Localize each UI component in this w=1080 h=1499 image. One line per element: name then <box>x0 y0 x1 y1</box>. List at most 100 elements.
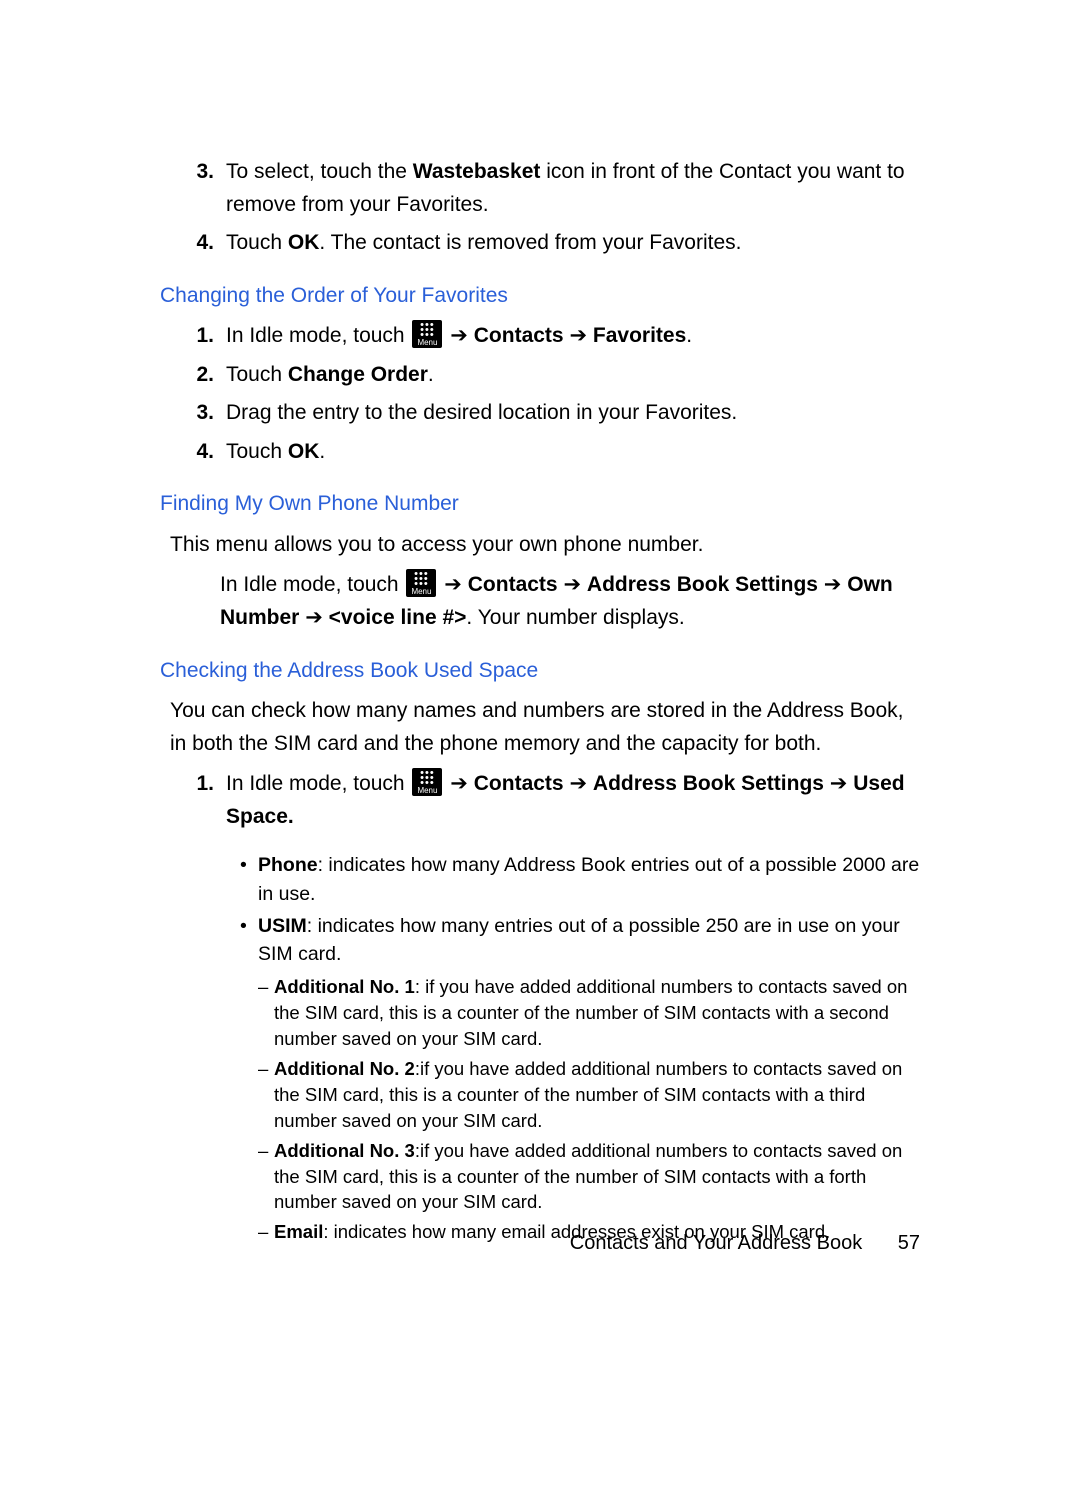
dash-item: – Additional No. 2:if you have added add… <box>258 1056 920 1134</box>
text: In Idle mode, touch <box>220 573 404 596</box>
arrow-icon: ➔ <box>305 606 323 629</box>
bullet-text: USIM: indicates how many entries out of … <box>258 912 920 969</box>
step-body: Drag the entry to the desired location i… <box>226 397 920 430</box>
list-item: 4. Touch OK. <box>160 436 920 469</box>
text: : indicates how many entries out of a po… <box>258 915 900 965</box>
list-item: 2. Touch Change Order. <box>160 359 920 392</box>
dash-mark: – <box>258 1056 274 1134</box>
page-number: 57 <box>898 1228 920 1259</box>
nav-contacts: Contacts <box>474 324 564 347</box>
dash-mark: – <box>258 1138 274 1216</box>
arrow-icon: ➔ <box>563 573 581 596</box>
bold: Additional No. 2 <box>274 1058 415 1079</box>
bold: Additional No. 1 <box>274 976 415 997</box>
list-item: 1. In Idle mode, touch ••••••••• Menu ➔ … <box>160 768 920 833</box>
text: To select, touch the <box>226 160 413 183</box>
list-item: 4. Touch OK. The contact is removed from… <box>160 227 920 260</box>
bullet-item: • Phone: indicates how many Address Book… <box>240 851 920 908</box>
arrow-icon: ➔ <box>444 573 462 596</box>
bold: USIM <box>258 915 307 937</box>
step-number: 4. <box>160 227 226 260</box>
bullet-list: • Phone: indicates how many Address Book… <box>240 851 920 968</box>
text: In Idle mode, touch <box>226 772 410 795</box>
arrow-icon: ➔ <box>569 772 587 795</box>
bold: Email <box>274 1221 323 1242</box>
section3-steps: 1. In Idle mode, touch ••••••••• Menu ➔ … <box>160 768 920 833</box>
dash-item: – Additional No. 1: if you have added ad… <box>258 974 920 1052</box>
footer-title: Contacts and Your Address Book <box>570 1232 862 1254</box>
dash-mark: – <box>258 974 274 1052</box>
step-body: Touch OK. <box>226 436 920 469</box>
menu-dots: ••••••••• <box>412 771 442 786</box>
footer: Contacts and Your Address Book 57 <box>570 1228 920 1259</box>
bold: Additional No. 3 <box>274 1140 415 1161</box>
text: . Your number displays. <box>466 606 684 629</box>
arrow-icon: ➔ <box>569 324 587 347</box>
step-number: 4. <box>160 436 226 469</box>
menu-label: Menu <box>406 587 436 596</box>
bullet-item: • USIM: indicates how many entries out o… <box>240 912 920 969</box>
list-item: 3. To select, touch the Wastebasket icon… <box>160 156 920 221</box>
paragraph: You can check how many names and numbers… <box>170 695 920 760</box>
step-body: To select, touch the Wastebasket icon in… <box>226 156 920 221</box>
bullet-mark: • <box>240 851 258 908</box>
section2-step: In Idle mode, touch ••••••••• Menu ➔ Con… <box>220 569 920 634</box>
step-number: 1. <box>160 768 226 833</box>
dash-list: – Additional No. 1: if you have added ad… <box>258 974 920 1245</box>
menu-icon: ••••••••• Menu <box>406 569 436 597</box>
nav-contacts: Contacts <box>474 772 564 795</box>
bold: Wastebasket <box>413 160 541 183</box>
dash-text: Additional No. 1: if you have added addi… <box>274 974 920 1052</box>
text: Drag the entry to the desired location i… <box>226 401 737 424</box>
step-number: 3. <box>160 397 226 430</box>
heading-changing-order: Changing the Order of Your Favorites <box>160 280 920 313</box>
arrow-icon: ➔ <box>450 324 468 347</box>
arrow-icon: ➔ <box>824 573 842 596</box>
dash-mark: – <box>258 1219 274 1245</box>
page: 3. To select, touch the Wastebasket icon… <box>0 0 1080 1499</box>
text: . <box>686 324 692 347</box>
nav-voice-line: <voice line #> <box>329 606 467 629</box>
list-item: 3. Drag the entry to the desired locatio… <box>160 397 920 430</box>
text: . The contact is removed from your Favor… <box>319 231 741 254</box>
bullet-mark: • <box>240 912 258 969</box>
paragraph: This menu allows you to access your own … <box>170 529 920 562</box>
menu-label: Menu <box>412 338 442 347</box>
nav-favorites: Favorites <box>593 324 686 347</box>
bold: OK <box>288 231 320 254</box>
bold: OK <box>288 440 320 463</box>
bullet-text: Phone: indicates how many Address Book e… <box>258 851 920 908</box>
menu-icon: ••••••••• Menu <box>412 768 442 796</box>
text: . <box>319 440 325 463</box>
heading-used-space: Checking the Address Book Used Space <box>160 655 920 688</box>
text: . <box>428 363 434 386</box>
step-number: 1. <box>160 320 226 353</box>
text: Touch <box>226 440 288 463</box>
nav-address-book-settings: Address Book Settings <box>593 772 824 795</box>
step-body: In Idle mode, touch ••••••••• Menu ➔ Con… <box>226 320 920 353</box>
list-item: 1. In Idle mode, touch ••••••••• Menu ➔ … <box>160 320 920 353</box>
dash-item: – Additional No. 3:if you have added add… <box>258 1138 920 1216</box>
section1-steps: 1. In Idle mode, touch ••••••••• Menu ➔ … <box>160 320 920 468</box>
step-number: 2. <box>160 359 226 392</box>
text: Touch <box>226 231 288 254</box>
menu-dots: ••••••••• <box>412 323 442 338</box>
text: In Idle mode, touch <box>226 324 410 347</box>
bold: Change Order <box>288 363 428 386</box>
step-body: In Idle mode, touch ••••••••• Menu ➔ Con… <box>226 768 920 833</box>
step-number: 3. <box>160 156 226 221</box>
text: Touch <box>226 363 288 386</box>
menu-label: Menu <box>412 786 442 795</box>
nav-contacts: Contacts <box>468 573 558 596</box>
menu-dots: ••••••••• <box>406 572 436 587</box>
dash-text: Additional No. 2:if you have added addit… <box>274 1056 920 1134</box>
nav-address-book-settings: Address Book Settings <box>587 573 818 596</box>
bold: Phone <box>258 854 318 876</box>
step-body: Touch OK. The contact is removed from yo… <box>226 227 920 260</box>
menu-icon: ••••••••• Menu <box>412 320 442 348</box>
arrow-icon: ➔ <box>830 772 848 795</box>
dash-text: Additional No. 3:if you have added addit… <box>274 1138 920 1216</box>
heading-finding-number: Finding My Own Phone Number <box>160 488 920 521</box>
text: : indicates how many Address Book entrie… <box>258 854 919 904</box>
step-body: Touch Change Order. <box>226 359 920 392</box>
